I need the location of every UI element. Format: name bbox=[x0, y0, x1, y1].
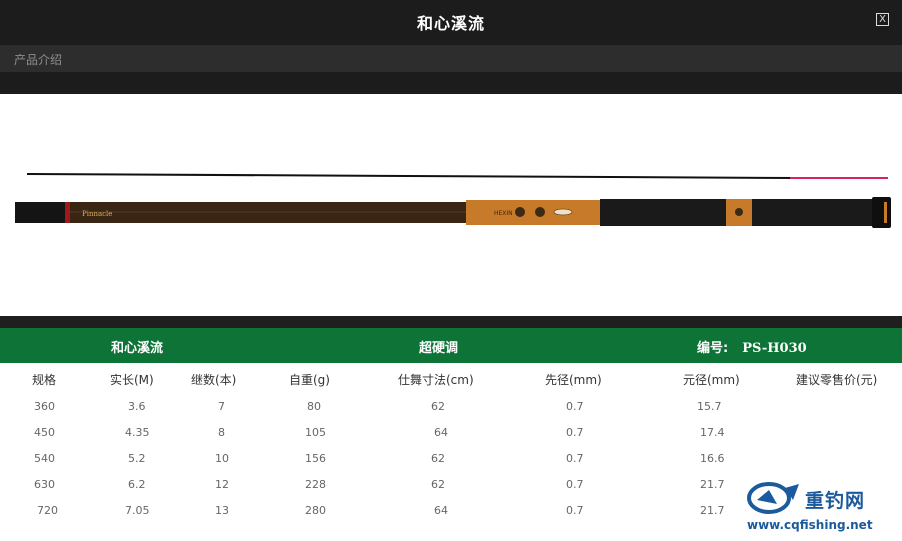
table-cell: 360 bbox=[34, 400, 55, 413]
table-cell: 4.35 bbox=[125, 426, 150, 439]
header-cell: 仕舞寸法(cm) bbox=[398, 373, 474, 387]
table-cell: 3.6 bbox=[128, 400, 146, 413]
close-button[interactable]: X bbox=[876, 13, 889, 26]
table-row: 360 3.6 7 80 62 0.7 15.7 bbox=[0, 400, 902, 420]
window-title: 和心溪流 bbox=[416, 14, 485, 33]
table-cell: 280 bbox=[305, 504, 326, 517]
title-bar: 和心溪流 X bbox=[0, 0, 902, 45]
table-cell: 720 bbox=[37, 504, 58, 517]
product-image: Pinnacle HEXIN bbox=[0, 94, 902, 316]
table-row: 540 5.2 10 156 62 0.7 16.6 bbox=[0, 452, 902, 472]
table-cell: 64 bbox=[434, 426, 448, 439]
section-label: 产品介绍 bbox=[14, 53, 63, 67]
table-cell: 12 bbox=[215, 478, 229, 491]
table-cell: 80 bbox=[307, 400, 321, 413]
watermark-url: www.cqfishing.net bbox=[747, 518, 873, 532]
table-cell: 62 bbox=[431, 478, 445, 491]
table-cell: 156 bbox=[305, 452, 326, 465]
header-cell: 建议零售价(元) bbox=[796, 373, 878, 387]
watermark-logo-text: 重钓网 bbox=[805, 490, 866, 512]
table-cell: 17.4 bbox=[700, 426, 725, 439]
table-cell: 0.7 bbox=[566, 478, 584, 491]
table-cell: 15.7 bbox=[697, 400, 722, 413]
header-cell: 实长(M) bbox=[110, 373, 154, 387]
table-cell: 450 bbox=[34, 426, 55, 439]
header-cell: 规格 bbox=[32, 373, 57, 387]
table-cell: 62 bbox=[431, 452, 445, 465]
table-cell: 630 bbox=[34, 478, 55, 491]
table-cell: 7 bbox=[218, 400, 225, 413]
table-header-row: 规格 实长(M) 继数(本) 自重(g) 仕舞寸法(cm) 先径(mm) 元径(… bbox=[0, 371, 902, 391]
product-name: 和心溪流 bbox=[111, 341, 164, 356]
fishing-rod-image: Pinnacle HEXIN bbox=[15, 173, 891, 228]
section-header: 产品介绍 bbox=[0, 45, 902, 72]
header-cell: 元径(mm) bbox=[683, 373, 740, 387]
table-cell: 540 bbox=[34, 452, 55, 465]
header-cell: 自重(g) bbox=[289, 373, 330, 387]
table-cell: 21.7 bbox=[700, 478, 725, 491]
table-cell: 0.7 bbox=[566, 504, 584, 517]
table-cell: 105 bbox=[305, 426, 326, 439]
brand-label: Pinnacle bbox=[82, 210, 112, 218]
table-cell: 8 bbox=[218, 426, 225, 439]
fish-logo-icon bbox=[747, 482, 799, 514]
table-row: 450 4.35 8 105 64 0.7 17.4 bbox=[0, 426, 902, 446]
table-cell: 7.05 bbox=[125, 504, 150, 517]
table-cell: 62 bbox=[431, 400, 445, 413]
table-cell: 0.7 bbox=[566, 452, 584, 465]
site-watermark: 重钓网 www.cqfishing.net bbox=[747, 480, 897, 535]
model-label: 编号: bbox=[697, 341, 729, 356]
table-cell: 228 bbox=[305, 478, 326, 491]
header-cell: 继数(本) bbox=[191, 373, 237, 387]
table-cell: 0.7 bbox=[566, 400, 584, 413]
header-cell: 先径(mm) bbox=[545, 373, 602, 387]
divider-strip bbox=[0, 72, 902, 94]
product-info-bar: 和心溪流 超硬调 编号: PS-H030 bbox=[0, 328, 902, 363]
model-value: PS-H030 bbox=[742, 341, 807, 356]
product-action: 超硬调 bbox=[419, 341, 459, 356]
table-cell: 0.7 bbox=[566, 426, 584, 439]
table-cell: 64 bbox=[434, 504, 448, 517]
table-top-stripe bbox=[0, 316, 902, 328]
model-number: 编号: PS-H030 bbox=[697, 337, 807, 356]
table-cell: 5.2 bbox=[128, 452, 146, 465]
table-cell: 16.6 bbox=[700, 452, 725, 465]
table-cell: 10 bbox=[215, 452, 229, 465]
table-cell: 13 bbox=[215, 504, 229, 517]
table-cell: 21.7 bbox=[700, 504, 725, 517]
grip-label: HEXIN bbox=[494, 210, 513, 217]
table-cell: 6.2 bbox=[128, 478, 146, 491]
